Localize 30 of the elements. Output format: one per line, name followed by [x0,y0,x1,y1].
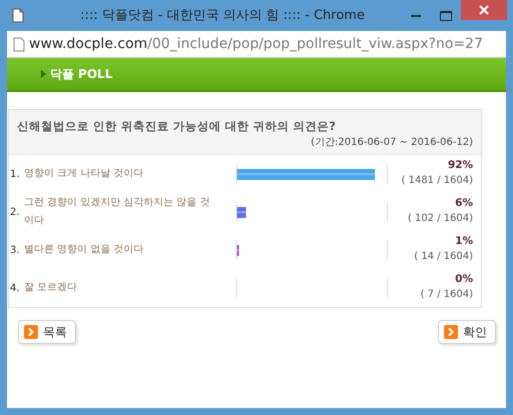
option-label: 영향이 크게 나타날 것이다 [23,167,145,182]
header-title: 닥플 POLL [50,66,112,83]
result-count: ( 102 / 1604) [408,212,473,226]
poll-period: (기간:2016-06-07 ~ 2016-06-12) [310,136,473,150]
minimize-icon [411,14,421,17]
result-count: ( 14 / 1604) [414,250,473,264]
page-icon [12,8,24,23]
triangle-icon [41,70,46,78]
option-number: 2. [9,206,21,220]
result-percent: 92% [448,158,473,172]
result-percent: 1% [455,234,473,248]
maximize-icon [440,10,452,20]
action-button[interactable]: 확인 [438,320,496,344]
option-number: 3. [9,244,21,258]
option-number: 4. [9,282,21,296]
result-percent: 0% [455,272,473,286]
result-percent: 6% [455,196,473,210]
close-icon [479,5,489,15]
poll-question: 신해철법으로 인한 위축진료 가능성에 대한 귀하의 의견은? [17,118,337,135]
page-icon [13,36,25,52]
result-count: ( 7 / 1604) [420,288,473,302]
option-label: 별다른 영향이 없을 것이다 [23,243,145,258]
option-number: 1. [9,168,21,182]
result-count: ( 1481 / 1604) [401,174,473,188]
window-title: :::: 닥플닷컴 - 대한민국 의사의 힘 :::: - Chrome [79,6,366,25]
action-button[interactable]: 목록 [18,320,76,344]
option-label: 잘 모르겠다 [23,281,78,296]
chevron-icon [24,325,38,340]
option-label: 그런 경향이 있겠지만 심각하지는 않을 것이다 [23,196,211,228]
chevron-icon [444,325,458,340]
